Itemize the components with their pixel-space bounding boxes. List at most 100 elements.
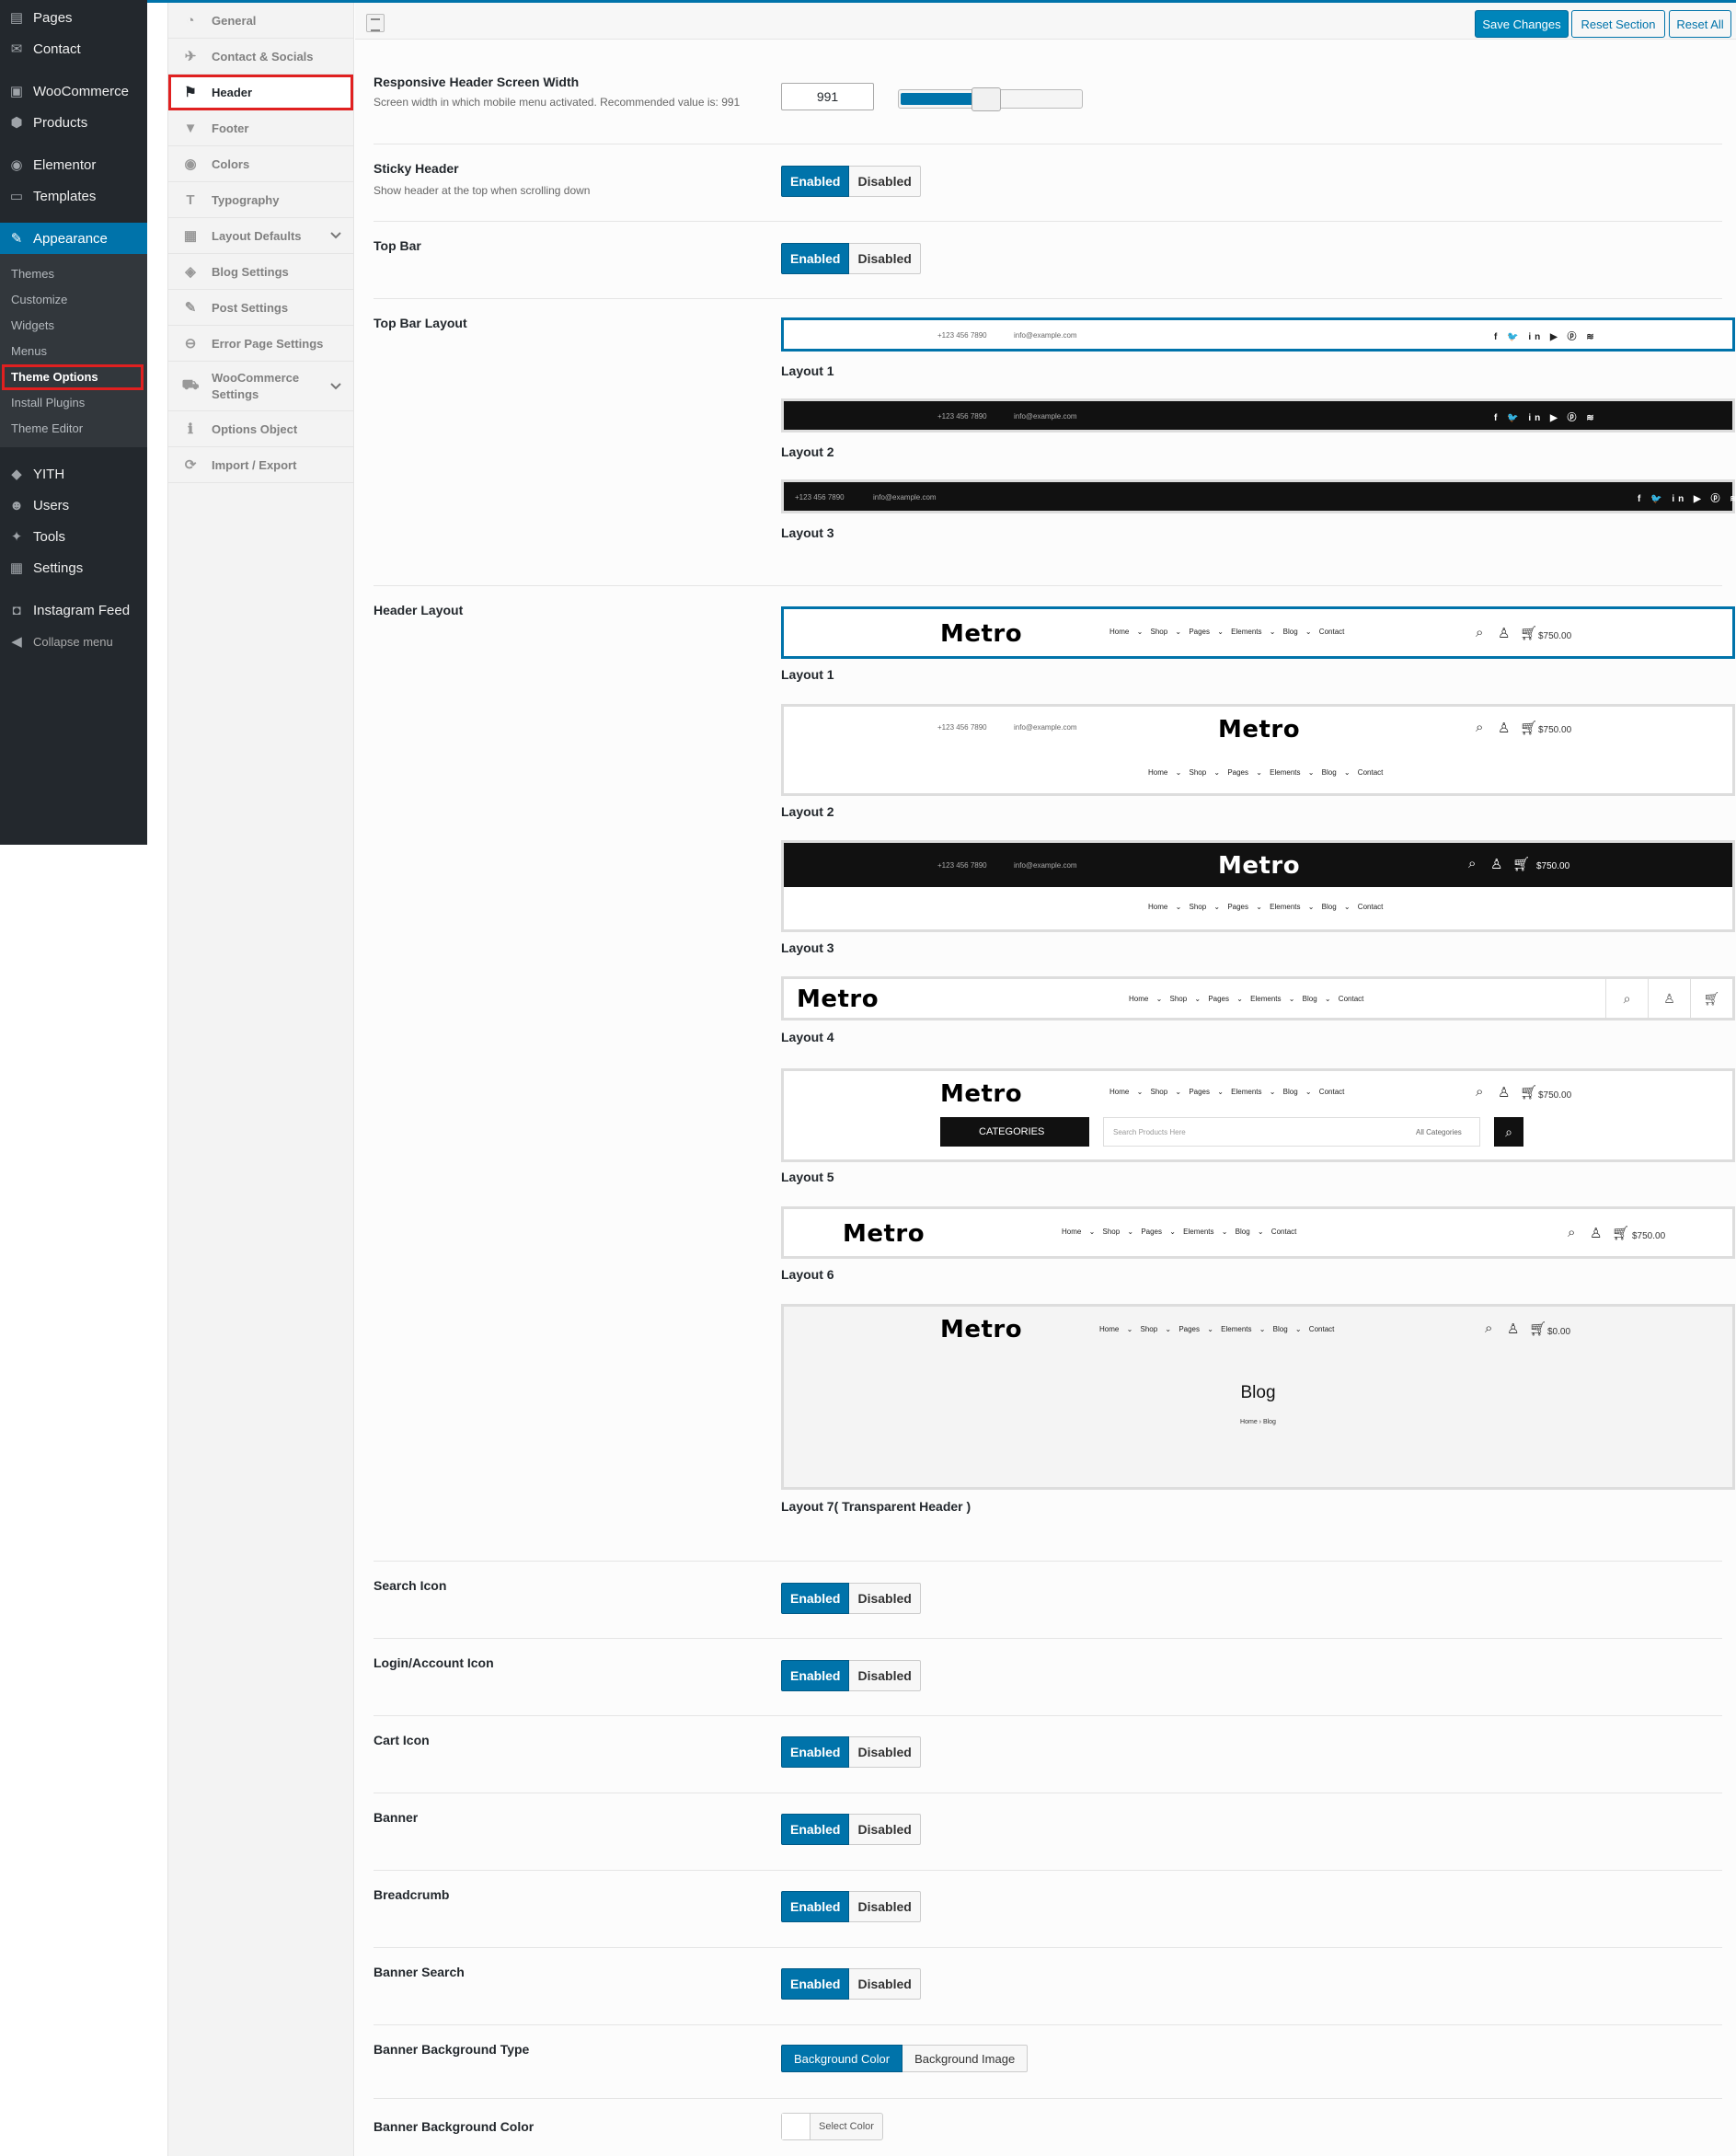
wp-menu-elementor[interactable]: ◉ Elementor	[0, 149, 147, 180]
field-cart-icon: Cart Icon	[374, 1716, 1722, 1793]
expand-options-icon[interactable]	[366, 14, 385, 32]
wp-menu-appearance[interactable]: ✎ Appearance	[0, 223, 147, 254]
disabled-option[interactable]: Disabled	[849, 1737, 919, 1767]
disabled-option[interactable]: Disabled	[849, 1892, 919, 1921]
field-label: Banner	[374, 1810, 419, 1825]
field-label: Banner Background Type	[374, 2042, 530, 2057]
section-contact-socials[interactable]: ✈ Contact & Socials	[168, 39, 353, 75]
layout-caption: Layout 4	[781, 1030, 834, 1044]
section-header[interactable]: ⚑ Header	[168, 75, 353, 110]
logo: Metro	[1218, 716, 1301, 744]
enabled-option[interactable]: Enabled	[781, 1736, 850, 1768]
banner-bg-color-picker[interactable]: Select Color	[781, 2113, 883, 2140]
enabled-option[interactable]: Enabled	[781, 1814, 850, 1845]
action-bar: Save Changes Reset Section Reset All	[355, 3, 1736, 40]
wp-menu-label: Elementor	[33, 156, 97, 173]
submenu-theme-options[interactable]: Theme Options	[2, 364, 144, 390]
wp-menu-pages[interactable]: ▤ Pages	[0, 2, 147, 33]
responsive-width-slider[interactable]	[898, 87, 1083, 111]
enabled-option[interactable]: Enabled	[781, 243, 850, 274]
header-layout-4-preview[interactable]: Metro Home ⌄ Shop ⌄ Pages ⌄ Elements ⌄ B…	[781, 976, 1735, 1020]
logo: Metro	[1218, 852, 1301, 880]
phone-text: +123 456 7890	[937, 861, 987, 870]
top-bar-layout-2-preview[interactable]: +123 456 7890 info@example.com f 🐦 in ▶ …	[781, 398, 1735, 432]
header-layout-2-preview[interactable]: +123 456 7890 info@example.com Metro ⌕ ♙…	[781, 704, 1735, 796]
submenu-menus[interactable]: Menus	[0, 339, 147, 364]
layout-caption: Layout 2	[781, 444, 834, 459]
banner-breadcrumb: Home › Blog	[1240, 1419, 1276, 1425]
disabled-option[interactable]: Disabled	[849, 1815, 919, 1844]
field-banner: Banner	[374, 1793, 1722, 1871]
section-blog-settings[interactable]: ◈ Blog Settings	[168, 254, 353, 290]
user-icon: ♙	[1490, 857, 1503, 872]
section-import-export[interactable]: ⟳ Import / Export	[168, 447, 353, 483]
section-typography[interactable]: T Typography	[168, 182, 353, 218]
nav-menu: Home ⌄ Shop ⌄ Pages ⌄ Elements ⌄ Blog ⌄ …	[1062, 1228, 1297, 1236]
reset-all-button[interactable]: Reset All	[1669, 10, 1731, 38]
disabled-option[interactable]: Disabled	[849, 1969, 919, 1999]
wp-menu-tools[interactable]: ✦ Tools	[0, 521, 147, 552]
enabled-option[interactable]: Enabled	[781, 1660, 850, 1691]
wp-menu-woocommerce[interactable]: ▣ WooCommerce	[0, 75, 147, 107]
section-layout-defaults[interactable]: ▦ Layout Defaults	[168, 218, 353, 254]
background-image-option[interactable]: Background Image	[902, 2046, 1027, 2071]
layout-caption: Layout 3	[781, 940, 834, 955]
section-error-page-settings[interactable]: ⊖ Error Page Settings	[168, 326, 353, 362]
wp-menu-yith[interactable]: ◆ YITH	[0, 458, 147, 490]
wp-menu-contact[interactable]: ✉ Contact	[0, 33, 147, 64]
section-label: Header	[212, 85, 253, 99]
wp-menu-collapse[interactable]: ◀ Collapse menu	[0, 626, 147, 657]
section-colors[interactable]: ◉ Colors	[168, 146, 353, 182]
chevron-down-icon[interactable]	[329, 380, 342, 393]
tags-icon: ◈	[185, 264, 196, 280]
options-section-menu: ◔ General ✈ Contact & Socials ⚑ Header ▼ Foo…	[167, 3, 354, 2156]
wp-menu-settings[interactable]: ▦ Settings	[0, 552, 147, 583]
section-footer[interactable]: ▼ Footer	[168, 110, 353, 146]
top-bar-toggle: Enabled Disabled	[781, 243, 921, 274]
slider-handle[interactable]	[971, 87, 1001, 111]
section-woocommerce-settings[interactable]: ⛟ WooCommerce Settings	[168, 362, 353, 411]
nav-menu: Home ⌄ Shop ⌄ Pages ⌄ Elements ⌄ Blog ⌄ …	[1129, 995, 1364, 1003]
enabled-option[interactable]: Enabled	[781, 166, 850, 197]
section-options-object[interactable]: ℹ Options Object	[168, 411, 353, 447]
submenu-install-plugins[interactable]: Install Plugins	[0, 390, 147, 416]
submenu-themes[interactable]: Themes	[0, 261, 147, 287]
header-layout-7-preview[interactable]: Metro Home ⌄ Shop ⌄ Pages ⌄ Elements ⌄ B…	[781, 1304, 1735, 1490]
section-post-settings[interactable]: ✎ Post Settings	[168, 290, 353, 326]
responsive-width-input[interactable]: 991	[781, 83, 874, 110]
field-top-bar: Top Bar	[374, 222, 1722, 299]
disabled-option[interactable]: Disabled	[849, 1661, 919, 1690]
email-text: info@example.com	[1014, 723, 1077, 732]
header-layout-3-preview[interactable]: +123 456 7890 info@example.com Metro ⌕ ♙…	[781, 840, 1735, 932]
top-bar-layout-1-preview[interactable]: +123 456 7890 info@example.com f 🐦 in ▶ …	[781, 317, 1735, 352]
submenu-widgets[interactable]: Widgets	[0, 313, 147, 339]
save-changes-button[interactable]: Save Changes	[1475, 10, 1569, 38]
wp-menu-templates[interactable]: ▭ Templates	[0, 180, 147, 212]
layout-caption: Layout 6	[781, 1267, 834, 1282]
slider-fill	[901, 93, 973, 105]
reset-section-button[interactable]: Reset Section	[1571, 10, 1665, 38]
top-bar-layout-3-preview[interactable]: +123 456 7890 info@example.com f 🐦 in ▶ …	[781, 479, 1736, 513]
disabled-option[interactable]: Disabled	[849, 1584, 919, 1613]
wp-menu-label: Products	[33, 114, 88, 131]
disabled-option[interactable]: Disabled	[849, 244, 919, 273]
background-color-option[interactable]: Background Color	[781, 2045, 903, 2072]
wp-menu-users[interactable]: ☻ Users	[0, 490, 147, 521]
speedometer-icon: ◔	[186, 12, 195, 29]
submenu-customize[interactable]: Customize	[0, 287, 147, 313]
header-layout-5-preview[interactable]: Metro Home ⌄ Shop ⌄ Pages ⌄ Elements ⌄ B…	[781, 1068, 1735, 1162]
section-label: Post Settings	[212, 300, 289, 315]
disabled-option[interactable]: Disabled	[849, 167, 919, 196]
submenu-theme-editor[interactable]: Theme Editor	[0, 416, 147, 442]
chevron-down-icon[interactable]	[329, 229, 342, 242]
enabled-option[interactable]: Enabled	[781, 1583, 850, 1614]
field-banner-search: Banner Search	[374, 1948, 1722, 2025]
wp-menu-instagram-feed[interactable]: ◘ Instagram Feed	[0, 594, 147, 626]
header-layout-1-preview[interactable]: Metro Home ⌄ Shop ⌄ Pages ⌄ Elements ⌄ B…	[781, 606, 1735, 659]
wp-menu-products[interactable]: ⬢ Products	[0, 107, 147, 138]
enabled-option[interactable]: Enabled	[781, 1891, 850, 1922]
header-layout-6-preview[interactable]: Metro Home ⌄ Shop ⌄ Pages ⌄ Elements ⌄ B…	[781, 1206, 1735, 1259]
wp-menu-label: Instagram Feed	[33, 602, 131, 618]
section-general[interactable]: ◔ General	[168, 3, 353, 39]
enabled-option[interactable]: Enabled	[781, 1968, 850, 2000]
